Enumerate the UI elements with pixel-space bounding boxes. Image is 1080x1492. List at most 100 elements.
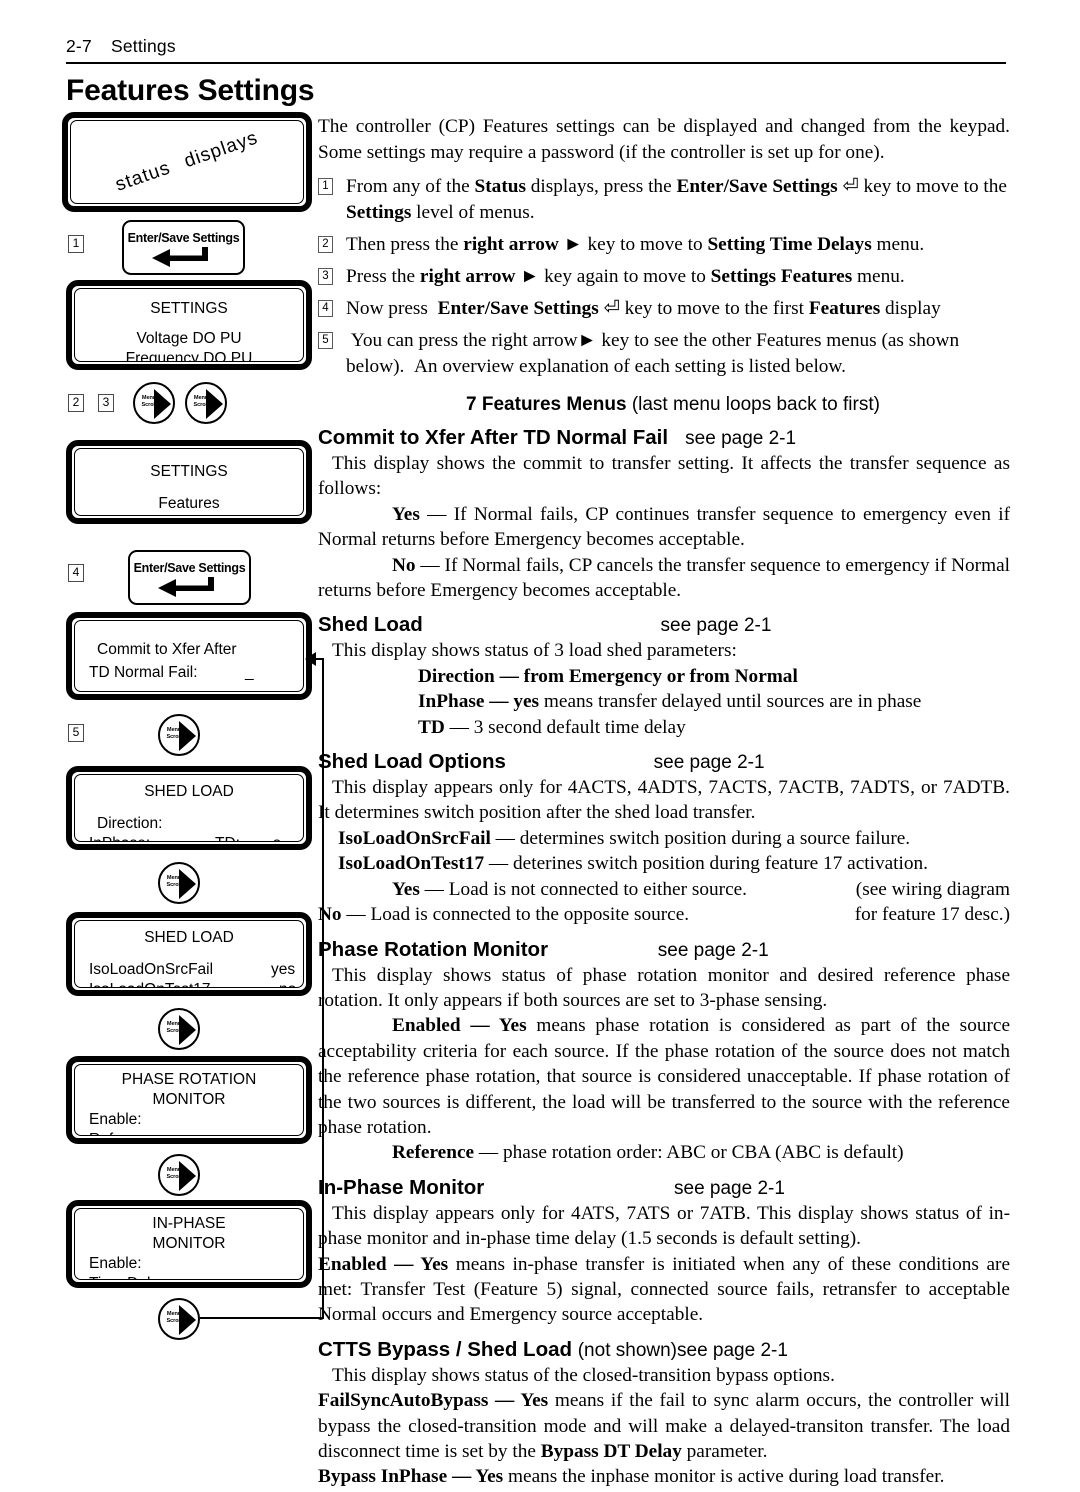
display-line-1: Commit to Xfer After: [97, 641, 237, 658]
header-rule: [66, 62, 1006, 64]
features-menu-flow-diagram: statusdisplays 1 Enter/Save Settings SET…: [62, 112, 324, 1342]
section-heading: In-Phase Monitor see page 2-1: [318, 1176, 1010, 1200]
display-label-reference: Reference:: [89, 1131, 165, 1135]
section-item: Reference — phase rotation order: ABC or…: [392, 1142, 904, 1164]
step-marker-5: 5: [68, 724, 84, 742]
section-heading: Phase Rotation Monitor see page 2-1: [318, 938, 1010, 962]
section-heading: Shed Load see page 2-1: [318, 613, 1010, 637]
features-menus-note: (last menu loops back to first): [631, 394, 880, 415]
status-displays-box: statusdisplays: [62, 112, 312, 212]
right-arrow-icon: [179, 869, 196, 899]
section-phase-rotation-monitor: Phase Rotation Monitor see page 2-1 This…: [318, 938, 1010, 1166]
section-page-ref: see page 2-1: [674, 1177, 785, 1199]
step-item: 3 Press the right arrow ► key again to m…: [318, 264, 1010, 290]
display-title-line-1: IN-PHASE: [152, 1215, 226, 1232]
menu-scroll-button-6[interactable]: Menu Scroll: [158, 1154, 200, 1196]
display-title-line-1: PHASE ROTATION: [121, 1071, 257, 1088]
section-title: Shed Load Options: [318, 750, 506, 774]
step-marker-2: 2: [68, 394, 84, 412]
section-items-with-side-note: Yes — Load is not connected to either so…: [318, 877, 1010, 928]
enter-save-settings-label: Enter/Save Settings: [133, 561, 246, 575]
display-phase-rotation-monitor: PHASE ROTATION MONITOR Enable: Reference…: [66, 1056, 312, 1144]
section-item: FailSyncAutoBypass — Yes means if the fa…: [318, 1390, 1010, 1462]
display-label-enable: Enable:: [89, 1111, 142, 1128]
display-line-1: Voltage DO PU: [136, 330, 242, 347]
features-menus-count: 7 Features Menus: [466, 394, 627, 415]
step-number: 5: [318, 332, 333, 349]
section-page-ref: see page 2-1: [653, 752, 765, 774]
display-label-td: TD:: [215, 835, 240, 841]
right-arrow-icon: [154, 389, 171, 419]
step-item: 1 From any of the Status displays, press…: [318, 174, 1010, 226]
section-body: This display shows the commit to transfe…: [318, 453, 1010, 500]
page-title: Features Settings: [66, 74, 315, 107]
display-line-2: TD Normal Fail:: [89, 664, 198, 681]
side-note-line-2: for feature 17 desc.): [854, 904, 1010, 926]
display-line-2: Frequency DO PU: [125, 350, 253, 362]
section-body: This display appears only for 4ATS, 7ATS…: [318, 1202, 1010, 1250]
enter-save-settings-key-1[interactable]: Enter/Save Settings: [122, 220, 245, 275]
section-item: Yes — If Normal fails, CP continues tran…: [318, 503, 1010, 551]
status-displays-label: statusdisplays: [112, 127, 261, 196]
step-number: 1: [318, 178, 333, 195]
menu-scroll-button-2[interactable]: Menu Scroll: [185, 382, 227, 424]
enter-return-arrow-icon: [124, 247, 243, 274]
display-unit-seconds: s: [273, 835, 281, 841]
section-body: This display shows status of phase rotat…: [318, 964, 1010, 1011]
side-note-line-1: (see wiring diagram: [855, 878, 1010, 900]
right-arrow-icon: [206, 389, 223, 419]
section-body: This display shows status of 3 load shed…: [332, 640, 737, 662]
display-in-phase-monitor: IN-PHASE MONITOR Enable: Time Delay: s: [66, 1200, 312, 1288]
menu-scroll-button-1[interactable]: Menu Scroll: [133, 382, 175, 424]
display-title-line-2: MONITOR: [152, 1235, 226, 1252]
section-page-ref: see page 2-1: [660, 615, 772, 637]
section-item: Direction — from Emergency or from Norma…: [418, 665, 798, 687]
section-heading: CTTS Bypass / Shed Load (not shown)see p…: [318, 1338, 1010, 1362]
section-title: Phase Rotation Monitor: [318, 937, 549, 961]
running-head: 2-7 Settings: [66, 36, 1006, 57]
right-arrow-icon: [179, 1161, 196, 1191]
loop-connector-bottom: [200, 1317, 324, 1319]
display-label-direction: Direction:: [97, 815, 163, 832]
step-number: 3: [318, 268, 333, 285]
right-arrow-icon: [179, 1305, 196, 1335]
step-item: 4 Now press Enter/Save Settings ⏎ key to…: [318, 296, 1010, 322]
step-marker-1: 1: [68, 235, 84, 253]
display-label-isoloadontest17: IsoLoadOnTest17: [89, 981, 211, 987]
features-menus-heading: 7 Features Menus (last menu loops back t…: [336, 394, 1010, 416]
display-line-1: Features: [158, 495, 220, 512]
section-item: No — If Normal fails, CP cancels the tra…: [318, 554, 1010, 602]
menu-scroll-button-3[interactable]: Menu Scroll: [158, 714, 200, 756]
section-in-phase-monitor: In-Phase Monitor see page 2-1 This displ…: [318, 1176, 1010, 1328]
display-shed-load-options: SHED LOAD IsoLoadOnSrcFail yes IsoLoadOn…: [66, 912, 312, 996]
display-title: SETTINGS: [150, 463, 228, 480]
numbered-steps-list: 1 From any of the Status displays, press…: [318, 174, 1010, 380]
section-item: IsoLoadOnSrcFail — determines switch pos…: [338, 827, 911, 849]
display-label-enable: Enable:: [89, 1255, 142, 1272]
step-text: From any of the Status displays, press t…: [346, 176, 1007, 223]
section-item: TD — 3 second default time delay: [418, 716, 686, 738]
display-value-isoloadonsrcfail: yes: [271, 961, 296, 978]
display-label-isoloadonsrcfail: IsoLoadOnSrcFail: [89, 961, 214, 978]
display-unit-seconds: s: [273, 1275, 281, 1279]
step-marker-4: 4: [68, 564, 84, 582]
step-number: 2: [318, 236, 333, 253]
section-heading: Shed Load Options see page 2-1: [318, 750, 1010, 774]
step-marker-3: 3: [98, 394, 114, 412]
display-title: SHED LOAD: [144, 783, 234, 800]
section-title: Commit to Xfer After TD Normal Fail: [318, 426, 669, 449]
menu-scroll-button-5[interactable]: Menu Scroll: [158, 1008, 200, 1050]
menu-scroll-button-7[interactable]: Menu Scroll: [158, 1298, 200, 1340]
display-shed-load: SHED LOAD Direction: InPhase: TD: s: [66, 766, 312, 850]
section-page-ref: see page 2-1: [677, 1339, 788, 1361]
section-page-ref: see page 2-1: [685, 428, 797, 449]
loop-connector-arrowhead: [305, 652, 316, 666]
enter-save-settings-key-2[interactable]: Enter/Save Settings: [128, 550, 251, 605]
section-body: This display shows status of the closed-…: [332, 1364, 835, 1386]
menu-scroll-button-4[interactable]: Menu Scroll: [158, 862, 200, 904]
display-commit-value: _: [245, 664, 254, 681]
section-item: Enabled — Yes means phase rotation is co…: [318, 1015, 1011, 1138]
section-page-ref: see page 2-1: [657, 939, 769, 961]
section-item: Enabled — Yes means in-phase transfer is…: [318, 1253, 1010, 1326]
section-shed-load: Shed Load see page 2-1 This display show…: [318, 613, 1010, 740]
